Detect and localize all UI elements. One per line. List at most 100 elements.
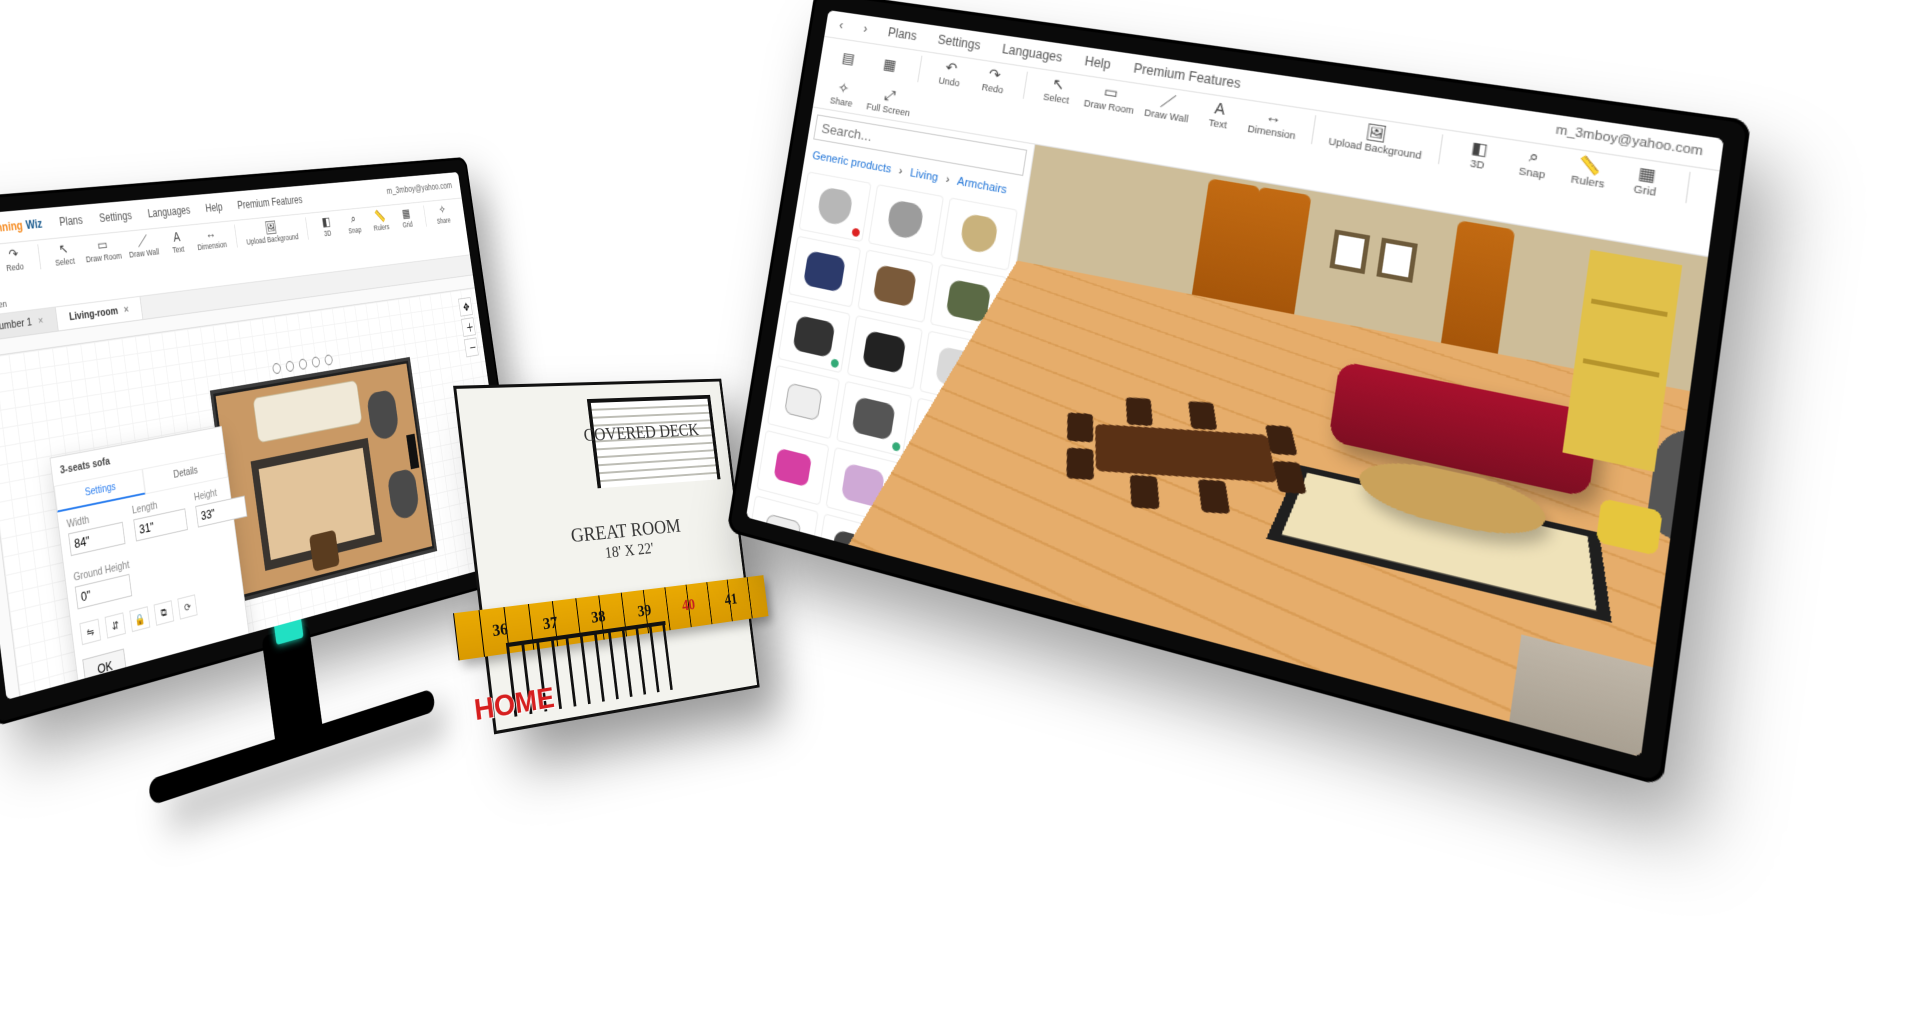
- share-button[interactable]: ✧Share: [825, 78, 861, 109]
- zoom-out-button[interactable]: －: [464, 337, 479, 357]
- dining-chair[interactable]: [1265, 425, 1298, 456]
- text-tool[interactable]: AText: [164, 229, 191, 255]
- menu-premium[interactable]: Premium Features: [237, 193, 303, 211]
- magnet-icon: ⌕: [1528, 148, 1540, 166]
- brand-word-1: Planning: [0, 219, 23, 236]
- menu-help[interactable]: Help: [205, 201, 224, 215]
- dimension-tool[interactable]: ↔Dimension: [195, 226, 228, 252]
- dining-chair[interactable]: [1130, 475, 1160, 509]
- tape-tick: 36: [491, 621, 509, 642]
- undo-button[interactable]: ↶Undo: [932, 58, 969, 90]
- snap-toggle[interactable]: ⌕Snap: [1510, 145, 1557, 182]
- grid-toggle[interactable]: ▦Grid: [1622, 162, 1671, 200]
- dining-chair[interactable]: [1198, 479, 1230, 514]
- text-tool[interactable]: AText: [1198, 98, 1240, 132]
- layout-icon: ▦: [882, 56, 897, 72]
- share-icon: ✧: [438, 203, 446, 215]
- room-shape[interactable]: [210, 357, 437, 603]
- image-icon: 🖼: [264, 220, 277, 233]
- upload-bg-tool[interactable]: 🖼Upload Background: [1328, 118, 1425, 162]
- armchair-icon: [959, 213, 999, 255]
- catalog-item[interactable]: [756, 430, 829, 506]
- redo-button[interactable]: ↷Redo: [0, 246, 29, 274]
- dimension-tool[interactable]: ↔Dimension: [1247, 105, 1299, 141]
- user-email[interactable]: m_3mboy@yahoo.com: [386, 181, 453, 197]
- lock-button[interactable]: 🔒: [129, 606, 150, 632]
- view-3d-toggle[interactable]: ▤: [831, 48, 865, 67]
- blueprint-card: COVERED DECK GREAT ROOM 18' X 22' 36 37 …: [453, 379, 760, 735]
- dining-chair[interactable]: [1067, 412, 1093, 442]
- armchair-object[interactable]: [366, 389, 400, 441]
- menu-languages[interactable]: Languages: [147, 204, 191, 221]
- tape-tick: 38: [590, 608, 606, 628]
- share-icon: ✧: [837, 80, 850, 96]
- menu-settings[interactable]: Settings: [98, 209, 132, 225]
- catalog-item[interactable]: [868, 184, 944, 256]
- catalog-item[interactable]: [940, 197, 1018, 271]
- rotate-button[interactable]: ⟳: [177, 594, 197, 619]
- catalog-item[interactable]: [836, 381, 912, 457]
- view-2d-toggle[interactable]: ▦: [872, 55, 907, 74]
- crumb-living[interactable]: Living: [909, 167, 939, 184]
- picture-frame[interactable]: [1376, 238, 1417, 283]
- armchair-icon: [822, 599, 862, 641]
- draw-wall-tool[interactable]: ／Draw Wall: [127, 232, 160, 259]
- duplicate-button[interactable]: ⧉: [154, 600, 175, 626]
- pan-button[interactable]: ✥: [458, 297, 473, 317]
- flip-v-button[interactable]: ⇵: [105, 612, 126, 638]
- share-button[interactable]: ✧Share: [432, 203, 454, 226]
- draw-room-tool[interactable]: ▭Draw Room: [83, 236, 122, 264]
- select-tool[interactable]: ↖Select: [49, 241, 79, 268]
- nav-fwd-button[interactable]: ›: [862, 21, 868, 36]
- dining-chair[interactable]: [1067, 448, 1094, 480]
- dining-chair[interactable]: [1126, 397, 1153, 426]
- view-3d-button[interactable]: ◧3D: [1456, 137, 1502, 173]
- menu-help[interactable]: Help: [1084, 54, 1112, 73]
- draw-room-tool[interactable]: ▭Draw Room: [1083, 81, 1137, 116]
- menu-languages[interactable]: Languages: [1001, 42, 1063, 65]
- armchair-icon: [886, 199, 924, 240]
- cursor-icon: ↖: [58, 241, 69, 255]
- grid-toggle[interactable]: ▦Grid: [395, 206, 418, 229]
- tv-object[interactable]: [406, 434, 419, 470]
- redo-button[interactable]: ↷Redo: [975, 64, 1013, 96]
- dining-set[interactable]: [1061, 398, 1334, 531]
- tape-tick: 41: [724, 591, 739, 610]
- menu-settings[interactable]: Settings: [937, 32, 982, 53]
- nav-back-button[interactable]: ‹: [838, 18, 844, 32]
- catalog-item[interactable]: [778, 300, 851, 373]
- select-tool[interactable]: ↖Select: [1038, 74, 1077, 107]
- dining-chair[interactable]: [1188, 401, 1217, 430]
- catalog-item[interactable]: [876, 600, 954, 682]
- view-3d-button[interactable]: ◧3D: [314, 214, 338, 238]
- fullscreen-button[interactable]: ⤢Full Screen: [0, 283, 7, 313]
- zoom-in-button[interactable]: ＋: [461, 317, 476, 337]
- catalog-item[interactable]: [767, 365, 840, 440]
- armchair-icon: [892, 617, 938, 665]
- catalog-item[interactable]: [799, 171, 872, 242]
- flip-h-button[interactable]: ⇋: [79, 619, 101, 646]
- line-icon: ／: [1160, 92, 1177, 109]
- plant-object[interactable]: [309, 530, 340, 572]
- sofa-object[interactable]: [253, 380, 363, 443]
- catalog-item[interactable]: [804, 580, 880, 660]
- close-icon[interactable]: ×: [37, 315, 44, 327]
- dining-table[interactable]: [1095, 424, 1277, 483]
- draw-wall-tool[interactable]: ／Draw Wall: [1144, 90, 1192, 125]
- catalog-item[interactable]: [788, 236, 861, 308]
- snap-toggle[interactable]: ⌕Snap: [342, 212, 366, 236]
- rulers-toggle[interactable]: 📏Rulers: [1565, 154, 1613, 191]
- catalog-item[interactable]: [858, 249, 934, 322]
- picture-frame[interactable]: [1329, 229, 1370, 274]
- dining-chair[interactable]: [1273, 461, 1307, 494]
- fullscreen-button[interactable]: ⤢Full Screen: [866, 85, 914, 118]
- upload-bg-tool[interactable]: 🖼Upload Background: [244, 218, 299, 246]
- close-icon[interactable]: ×: [123, 304, 129, 316]
- image-icon: 🖼: [1365, 123, 1388, 142]
- menu-plans[interactable]: Plans: [59, 213, 84, 228]
- armchair-object[interactable]: [387, 468, 421, 521]
- redo-icon: ↷: [8, 246, 19, 261]
- rulers-toggle[interactable]: 📏Rulers: [369, 209, 392, 233]
- catalog-item[interactable]: [847, 315, 923, 390]
- menu-plans[interactable]: Plans: [887, 25, 918, 43]
